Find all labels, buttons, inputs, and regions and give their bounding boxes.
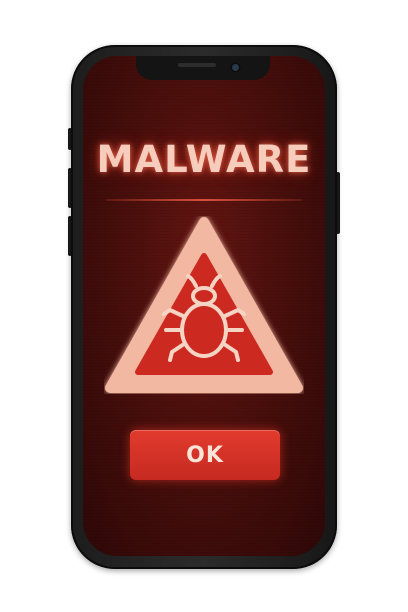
notch (136, 56, 270, 80)
front-camera-icon (232, 64, 239, 71)
phone-mockup: MALWARE OK (0, 0, 408, 612)
warning-triangle-icon (105, 217, 303, 393)
earpiece-speaker (178, 63, 216, 67)
title-divider (106, 199, 302, 201)
alert-title: MALWARE (96, 138, 312, 181)
ok-button[interactable]: OK (130, 430, 280, 480)
